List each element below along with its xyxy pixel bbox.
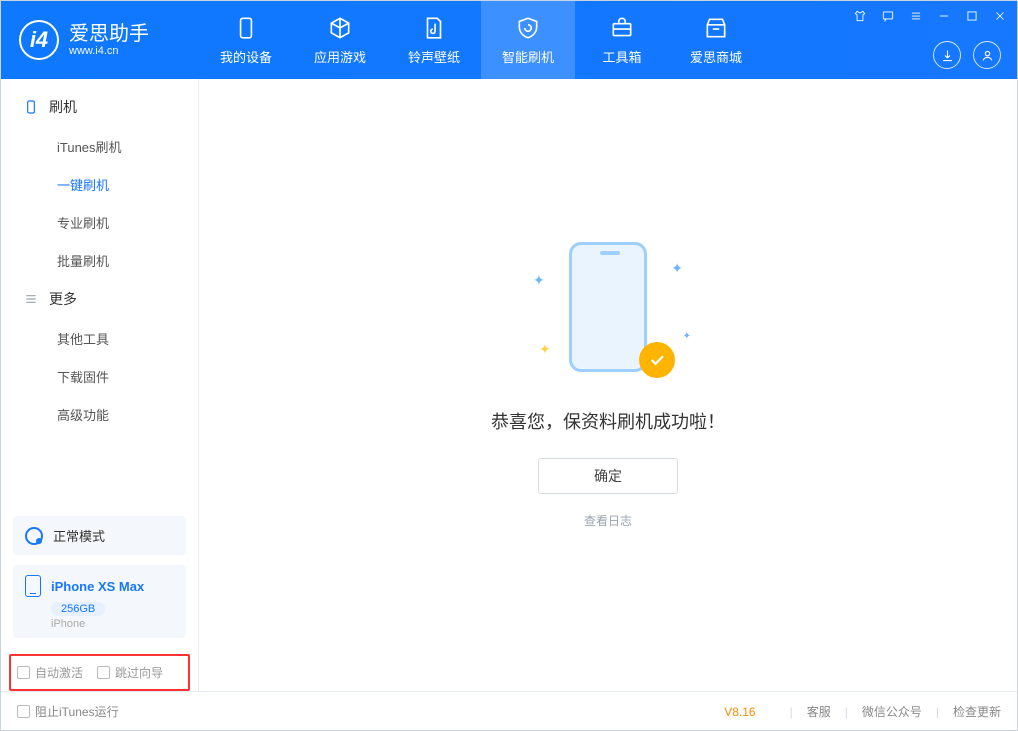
close-icon[interactable] [991,7,1009,25]
nav-my-device[interactable]: 我的设备 [199,1,293,79]
cube-icon [326,14,354,42]
title-bar: i4 爱思助手 www.i4.cn 我的设备 应用游戏 铃声壁纸 智能刷机 工具… [1,1,1017,79]
refresh-shield-icon [514,14,542,42]
nav-label: 铃声壁纸 [408,47,460,66]
confirm-button[interactable]: 确定 [538,458,678,494]
store-icon [702,14,730,42]
nav-toolbox[interactable]: 工具箱 [575,1,669,79]
phone-icon [23,99,39,115]
sidebar-item-pro-flash[interactable]: 专业刷机 [1,203,198,241]
sidebar-item-batch-flash[interactable]: 批量刷机 [1,241,198,279]
view-log-link[interactable]: 查看日志 [584,512,632,529]
nav-store[interactable]: 爱思商城 [669,1,763,79]
footer-update-link[interactable]: 检查更新 [953,703,1001,720]
nav-smart-flash[interactable]: 智能刷机 [481,1,575,79]
device-storage-badge: 256GB [51,602,105,616]
header-actions [933,41,1001,69]
success-message: 恭喜您，保资料刷机成功啦！ [491,408,725,434]
device-mode-chip[interactable]: 正常模式 [13,516,186,555]
highlighted-options: 自动激活 跳过向导 [9,654,190,691]
checkbox-auto-activate[interactable]: 自动激活 [17,664,83,681]
sidebar-group-flash: 刷机 [1,87,198,127]
list-icon [23,291,39,307]
app-title: 爱思助手 [69,23,149,45]
device-icon [232,14,260,42]
nav-apps-games[interactable]: 应用游戏 [293,1,387,79]
window-controls [851,7,1009,25]
sidebar-item-onekey-flash[interactable]: 一键刷机 [1,165,198,203]
menu-icon[interactable] [907,7,925,25]
nav-label: 爱思商城 [690,47,742,66]
footer-support-link[interactable]: 客服 [807,703,831,720]
sidebar-group-more: 更多 [1,279,198,319]
device-info-chip[interactable]: iPhone XS Max 256GB iPhone [13,565,186,638]
minimize-icon[interactable] [935,7,953,25]
checkbox-block-itunes[interactable]: 阻止iTunes运行 [17,703,119,720]
sidebar-item-download-firmware[interactable]: 下载固件 [1,357,198,395]
music-file-icon [420,14,448,42]
feedback-icon[interactable] [879,7,897,25]
normal-mode-icon [25,527,43,545]
sidebar-item-advanced[interactable]: 高级功能 [1,395,198,433]
nav-label: 我的设备 [220,47,272,66]
toolbox-icon [608,14,636,42]
sidebar-item-other-tools[interactable]: 其他工具 [1,319,198,357]
main-panel: ✦✦✦✦ 恭喜您，保资料刷机成功啦！ 确定 查看日志 [199,79,1017,691]
nav-label: 应用游戏 [314,47,366,66]
phone-graphic [569,242,647,372]
footer-wechat-link[interactable]: 微信公众号 [862,703,922,720]
nav-ringtones[interactable]: 铃声壁纸 [387,1,481,79]
app-logo: i4 爱思助手 www.i4.cn [1,1,199,79]
phone-outline-icon [25,575,41,597]
shirt-icon[interactable] [851,7,869,25]
sidebar: 刷机 iTunes刷机 一键刷机 专业刷机 批量刷机 更多 其他工具 下载固件 … [1,79,199,691]
download-button[interactable] [933,41,961,69]
device-type: iPhone [51,618,174,630]
maximize-icon[interactable] [963,7,981,25]
version-label: V8.16 [724,705,755,719]
nav-label: 智能刷机 [502,47,554,66]
logo-icon: i4 [19,20,59,60]
nav-label: 工具箱 [602,47,641,66]
success-illustration: ✦✦✦✦ [533,242,683,382]
device-name: iPhone XS Max [51,579,144,594]
top-nav: 我的设备 应用游戏 铃声壁纸 智能刷机 工具箱 爱思商城 [199,1,763,79]
app-subtitle: www.i4.cn [69,45,149,57]
status-bar: 阻止iTunes运行 V8.16 | 客服 | 微信公众号 | 检查更新 [1,691,1017,731]
checkbox-skip-guide[interactable]: 跳过向导 [97,664,163,681]
checkmark-badge-icon [639,342,675,378]
user-button[interactable] [973,41,1001,69]
sidebar-item-itunes-flash[interactable]: iTunes刷机 [1,127,198,165]
